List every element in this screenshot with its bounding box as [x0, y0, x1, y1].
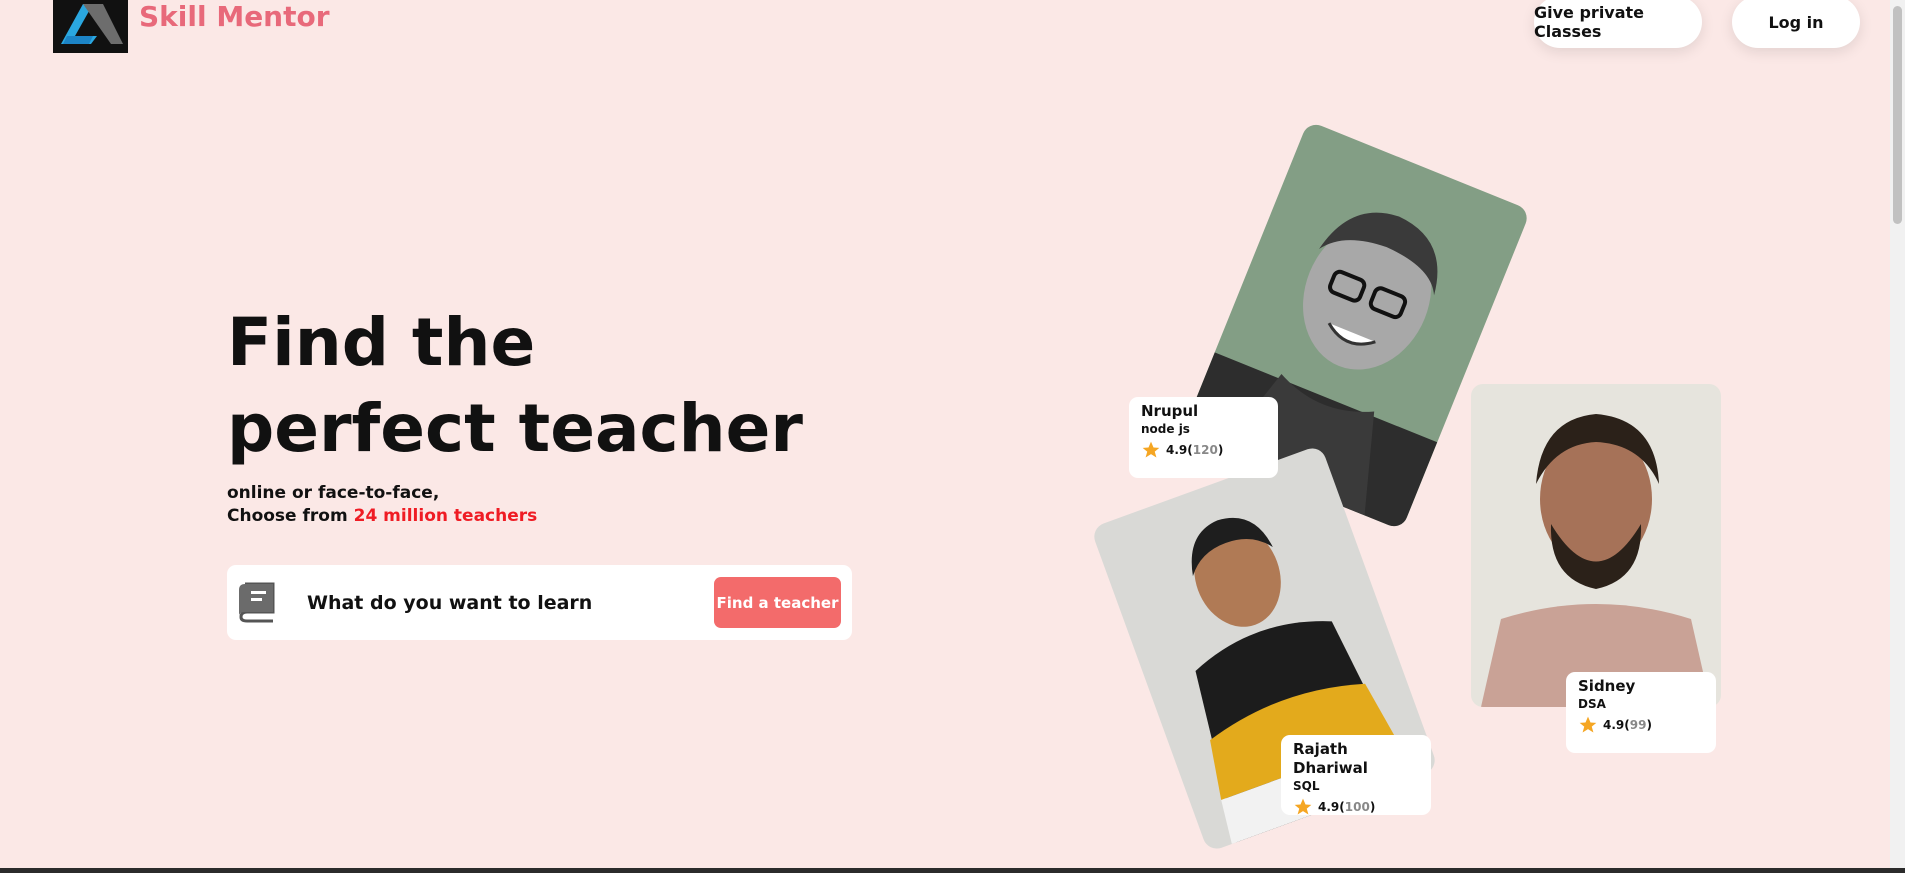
vertical-scrollbar[interactable]: [1890, 0, 1905, 868]
hero-subtitle-line-2: Choose from 24 million teachers: [227, 505, 537, 528]
search-input[interactable]: [307, 583, 707, 623]
scrollbar-thumb[interactable]: [1893, 6, 1902, 224]
teacher-subject: node js: [1141, 422, 1190, 436]
login-button[interactable]: Log in: [1732, 0, 1860, 48]
teacher-name: Nrupul: [1141, 402, 1199, 420]
hero-subtitle-line-1: online or face-to-face,: [227, 483, 440, 503]
find-teacher-button[interactable]: Find a teacher: [714, 577, 841, 628]
teacher-name: Sidney: [1578, 677, 1636, 695]
rating-value: 4.9: [1318, 800, 1340, 814]
brand-name[interactable]: Skill Mentor: [139, 0, 330, 33]
teacher-rating: 4.9(99): [1578, 715, 1704, 735]
teacher-card-rajath[interactable]: Rajath Dhariwal SQL 4.9(100): [1281, 735, 1431, 815]
teacher-card-nrupul[interactable]: Nrupul node js 4.9(120): [1129, 397, 1278, 478]
teacher-photo-sidney[interactable]: [1471, 384, 1721, 707]
logo-icon: [61, 4, 123, 44]
teacher-rating: 4.9(120): [1141, 440, 1266, 460]
rating-value: 4.9: [1603, 718, 1625, 732]
teacher-subject: DSA: [1578, 697, 1606, 711]
hero-subtitle: online or face-to-face, Choose from 24 m…: [227, 482, 537, 528]
book-icon: [239, 582, 275, 623]
rating-count: 99: [1629, 718, 1647, 732]
teacher-name: Rajath Dhariwal: [1293, 740, 1368, 777]
teacher-card-sidney[interactable]: Sidney DSA 4.9(99): [1566, 672, 1716, 753]
teacher-portrait: [1481, 414, 1711, 707]
bottom-edge: [0, 868, 1905, 873]
rating-value: 4.9: [1166, 443, 1188, 457]
logo[interactable]: [53, 0, 128, 53]
rating-count: 120: [1192, 443, 1218, 457]
hero-title-line-1: Find the: [227, 304, 536, 381]
teacher-rating: 4.9(100): [1293, 797, 1419, 817]
star-icon: [1142, 441, 1160, 458]
rating-count: 100: [1344, 800, 1370, 814]
hero-title: Find the perfect teacher: [227, 300, 803, 472]
search-bar: Find a teacher: [227, 565, 852, 640]
subtitle-highlight: 24 million teachers: [353, 506, 538, 526]
star-icon: [1579, 716, 1597, 733]
star-icon: [1294, 798, 1312, 815]
subtitle-prefix: Choose from: [227, 506, 354, 526]
teacher-subject: SQL: [1293, 779, 1320, 793]
give-private-classes-button[interactable]: Give private Classes: [1534, 0, 1702, 48]
hero-title-line-2: perfect teacher: [227, 390, 803, 467]
